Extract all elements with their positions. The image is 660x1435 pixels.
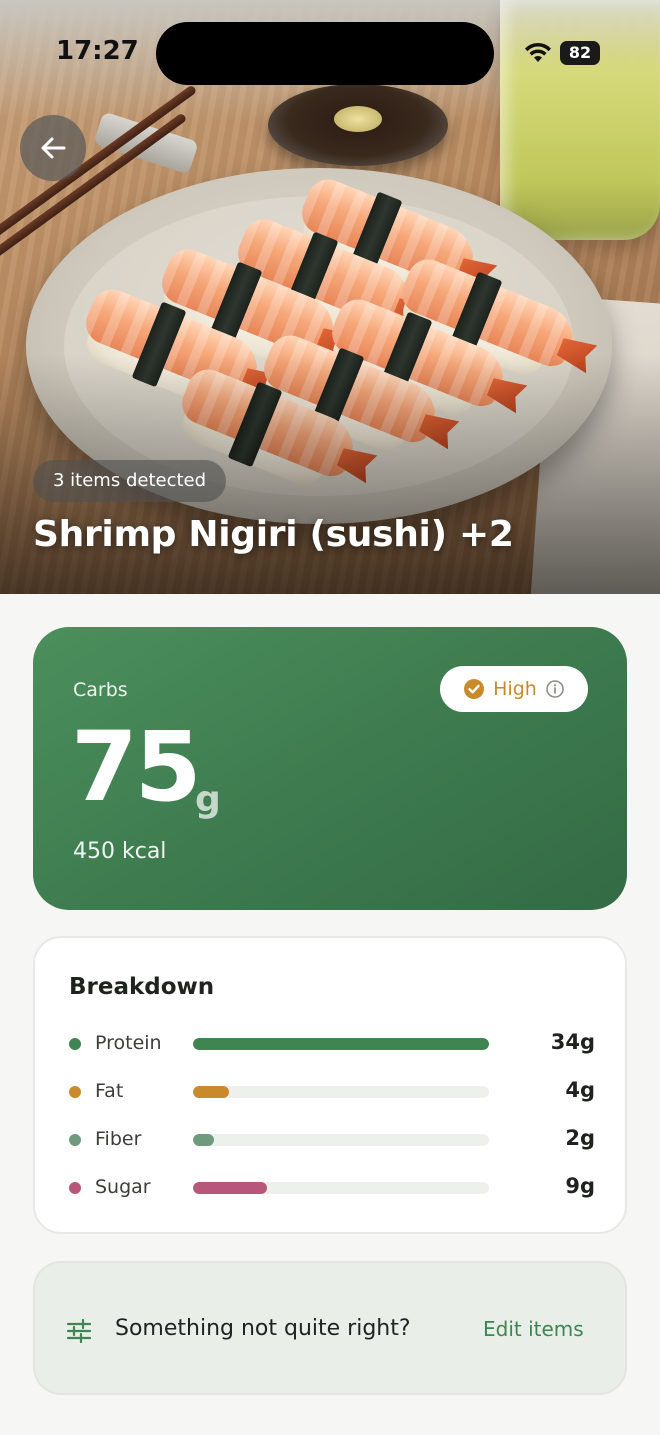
wifi-icon — [525, 42, 551, 62]
edit-items-card[interactable]: Something not quite right? Edit items — [33, 1261, 627, 1395]
nutrient-row-protein: Protein 34g — [35, 1024, 629, 1064]
carbs-card: Carbs 75 g 450 kcal High — [33, 627, 627, 910]
tea-glass — [500, 0, 660, 240]
nutrient-value: 2g — [565, 1126, 595, 1150]
carb-level-badge[interactable]: High — [440, 666, 588, 712]
carbs-unit: g — [195, 779, 221, 820]
nutrient-row-sugar: Sugar 9g — [35, 1168, 629, 1208]
nutrient-progress-fill — [193, 1134, 214, 1146]
nutrient-progress-fill — [193, 1182, 267, 1194]
check-circle-icon — [464, 679, 485, 699]
sugar-dot-icon — [69, 1182, 81, 1194]
protein-dot-icon — [69, 1038, 81, 1050]
fat-dot-icon — [69, 1086, 81, 1098]
carb-level-label: High — [493, 678, 537, 700]
nutrient-progress-fill — [193, 1038, 489, 1050]
sliders-icon — [66, 1318, 92, 1344]
calories-value: 450 kcal — [73, 839, 167, 864]
dynamic-island — [156, 22, 494, 85]
breakdown-card: Breakdown Protein 34g Fat 4g Fiber 2g Su… — [33, 936, 627, 1234]
nutrient-progress-fill — [193, 1086, 229, 1098]
food-photo: 17:27 82 3 items detected Shrimp Nigiri … — [0, 0, 660, 594]
nutrient-progress-bar — [193, 1038, 489, 1050]
nutrient-value: 4g — [565, 1078, 595, 1102]
carbs-label: Carbs — [73, 679, 128, 701]
nutrient-progress-bar — [193, 1134, 489, 1146]
nutrient-value: 34g — [550, 1030, 595, 1054]
nutrient-value: 9g — [565, 1174, 595, 1198]
nutrient-name: Fiber — [95, 1128, 142, 1150]
soy-sauce-bowl — [268, 84, 448, 166]
breakdown-title: Breakdown — [69, 974, 215, 1000]
info-icon[interactable] — [545, 679, 565, 699]
battery-indicator: 82 — [560, 41, 600, 65]
back-button[interactable] — [20, 115, 86, 181]
feedback-prompt: Something not quite right? — [115, 1316, 411, 1341]
status-time: 17:27 — [56, 36, 139, 66]
carbs-value: 75 — [71, 711, 202, 823]
arrow-left-icon — [41, 137, 66, 159]
nutrient-progress-bar — [193, 1182, 489, 1194]
edit-items-link[interactable]: Edit items — [483, 1317, 584, 1341]
nutrient-name: Sugar — [95, 1176, 151, 1198]
nutrient-row-fat: Fat 4g — [35, 1072, 629, 1112]
nutrient-progress-bar — [193, 1086, 489, 1098]
items-detected-badge[interactable]: 3 items detected — [33, 460, 227, 502]
nutrient-row-fiber: Fiber 2g — [35, 1120, 629, 1160]
food-title: Shrimp Nigiri (sushi) +2 — [33, 514, 514, 555]
nutrient-name: Protein — [95, 1032, 162, 1054]
nutrient-name: Fat — [95, 1080, 124, 1102]
fiber-dot-icon — [69, 1134, 81, 1146]
wasabi — [334, 106, 382, 132]
